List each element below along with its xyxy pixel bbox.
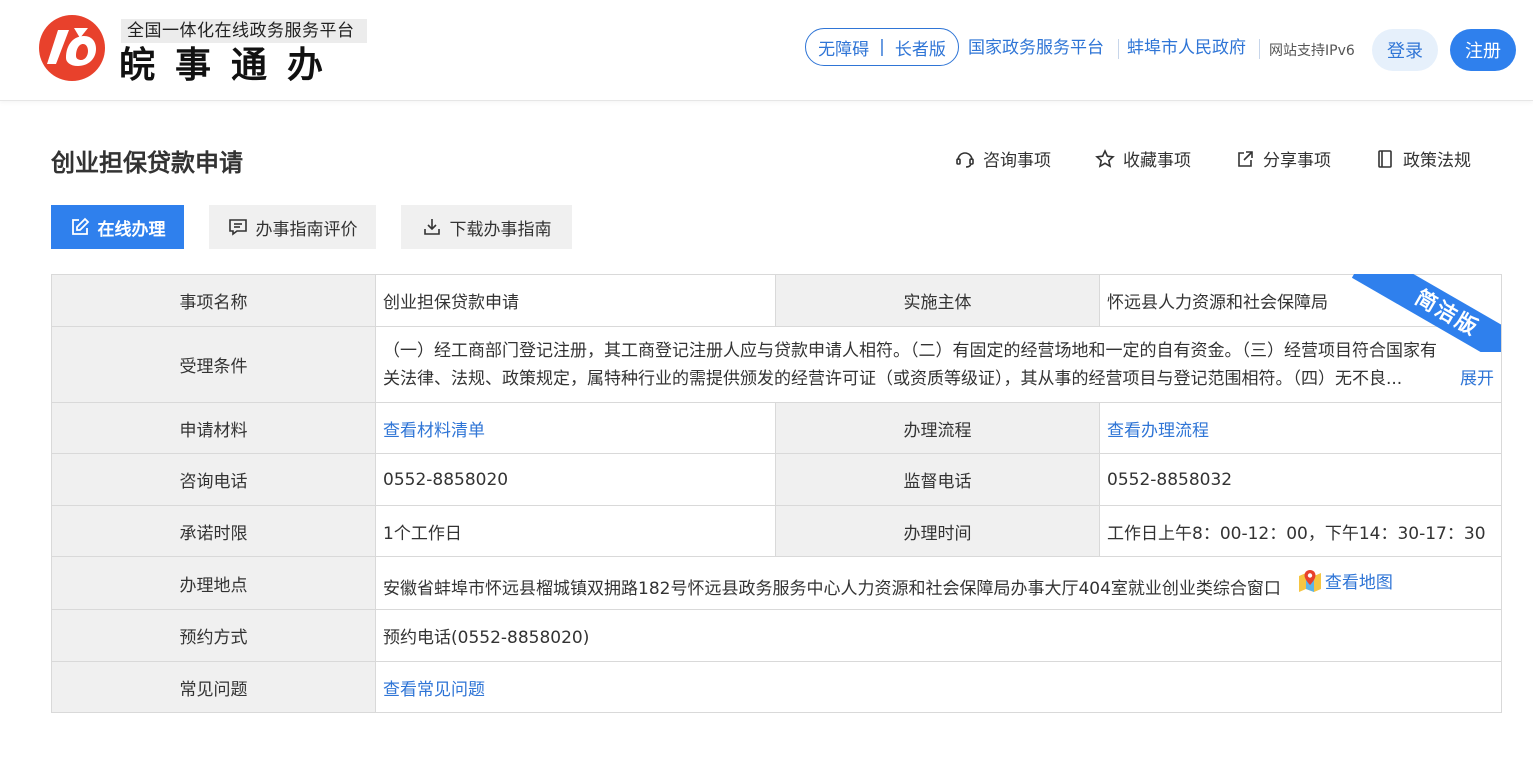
faq-link[interactable]: 查看常见问题 — [383, 680, 485, 700]
login-button[interactable]: 登录 — [1372, 29, 1438, 71]
item-name-value: 创业担保贷款申请 — [375, 274, 776, 327]
share-icon — [1238, 150, 1253, 167]
time-limit-value: 1个工作日 — [375, 505, 776, 557]
subject-value: 怀远县人力资源和社会保障局 — [1107, 293, 1328, 313]
guide-evaluate-button[interactable]: 办事指南评价 — [209, 205, 376, 249]
page-title: 创业担保贷款申请 — [51, 149, 243, 177]
download-guide-label: 下载办事指南 — [449, 219, 552, 240]
condition-value: （一）经工商部门登记注册，其工商登记注册人应与贷款申请人相符。（二）有固定的经营… — [383, 340, 1437, 389]
share-action[interactable]: 分享事项 — [1235, 146, 1331, 171]
consult-phone-value: 0552-8858020 — [375, 453, 776, 506]
guide-evaluate-label: 办事指南评价 — [255, 219, 358, 240]
item-info-table: 事项名称 创业担保贷款申请 实施主体 怀远县人力资源和社会保障局 受理条件 （一… — [51, 274, 1502, 713]
download-guide-button[interactable]: 下载办事指南 — [401, 205, 572, 249]
logo-subtitle: 全国一体化在线政务服务平台 — [121, 19, 367, 43]
bengbu-gov-link[interactable]: 蚌埠市人民政府 — [1127, 37, 1246, 59]
table-row: 事项名称 创业担保贷款申请 实施主体 怀远县人力资源和社会保障局 — [51, 274, 1502, 327]
subject-cell: 怀远县人力资源和社会保障局 — [1099, 274, 1502, 327]
favorite-action-label: 收藏事项 — [1123, 151, 1191, 171]
table-row: 受理条件 （一）经工商部门登记注册，其工商登记注册人应与贷款申请人相符。（二）有… — [51, 326, 1502, 403]
wanshitong-logo-icon[interactable] — [38, 14, 106, 82]
policy-action-label: 政策法规 — [1403, 151, 1471, 171]
download-icon — [423, 219, 440, 235]
condition-cell: （一）经工商部门登记注册，其工商登记注册人应与贷款申请人相符。（二）有固定的经营… — [375, 326, 1502, 403]
header-divider — [1259, 39, 1260, 59]
register-button[interactable]: 注册 — [1450, 29, 1516, 71]
process-label: 办理流程 — [775, 402, 1100, 454]
star-icon — [1095, 148, 1115, 168]
view-map-link[interactable]: 查看地图 — [1297, 568, 1393, 594]
edit-icon — [71, 217, 89, 235]
location-value: 安徽省蚌埠市怀远县榴城镇双拥路182号怀远县政务服务中心人力资源和社会保障局办事… — [383, 578, 1281, 599]
table-row: 申请材料 查看材料清单 办理流程 查看办理流程 — [51, 402, 1502, 454]
national-platform-link[interactable]: 国家政务服务平台 — [968, 37, 1104, 59]
supervise-phone-label: 监督电话 — [775, 453, 1100, 506]
hours-value: 工作日上午8：00-12：00，下午14：30-17：30 — [1099, 505, 1502, 557]
elder-mode-link[interactable]: 长者版 — [895, 35, 946, 60]
appointment-label: 预约方式 — [51, 609, 376, 662]
table-row: 常见问题 查看常见问题 — [51, 661, 1502, 713]
condition-label: 受理条件 — [51, 326, 376, 403]
view-map-label: 查看地图 — [1324, 573, 1393, 593]
comment-icon — [228, 219, 247, 236]
ipv6-notice: 网站支持IPv6 — [1269, 43, 1355, 59]
policy-action[interactable]: 政策法规 — [1375, 146, 1471, 171]
appointment-value: 预约电话(0552-8858020) — [375, 609, 1502, 662]
process-link[interactable]: 查看办理流程 — [1107, 421, 1209, 441]
online-apply-button[interactable]: 在线办理 — [51, 205, 184, 249]
consult-icon — [956, 151, 974, 168]
item-name-label: 事项名称 — [51, 274, 376, 327]
supervise-phone-value: 0552-8858032 — [1099, 453, 1502, 506]
barrier-free-link[interactable]: 无障碍 — [818, 35, 869, 60]
table-row: 办理地点 安徽省蚌埠市怀远县榴城镇双拥路182号怀远县政务服务中心人力资源和社会… — [51, 556, 1502, 610]
table-row: 承诺时限 1个工作日 办理时间 工作日上午8：00-12：00，下午14：30-… — [51, 505, 1502, 557]
consult-action[interactable]: 咨询事项 — [955, 146, 1051, 171]
time-limit-label: 承诺时限 — [51, 505, 376, 557]
materials-link[interactable]: 查看材料清单 — [383, 421, 485, 441]
hours-label: 办理时间 — [775, 505, 1100, 557]
accessibility-pill: 无障碍 | 长者版 — [805, 28, 959, 66]
pill-separator: | — [879, 37, 885, 57]
favorite-action[interactable]: 收藏事项 — [1095, 146, 1191, 171]
consult-action-label: 咨询事项 — [983, 151, 1051, 171]
map-pin-icon — [1298, 569, 1321, 592]
consult-phone-label: 咨询电话 — [51, 453, 376, 506]
online-apply-label: 在线办理 — [97, 219, 166, 240]
location-label: 办理地点 — [51, 556, 376, 610]
materials-label: 申请材料 — [51, 402, 376, 454]
logo-title[interactable]: 皖事通办 — [119, 46, 343, 86]
header-divider — [1118, 39, 1119, 59]
expand-link[interactable]: 展开 — [1456, 365, 1494, 393]
site-header: 全国一体化在线政务服务平台 皖事通办 无障碍 | 长者版 国家政务服务平台 蚌埠… — [0, 0, 1533, 101]
location-cell: 安徽省蚌埠市怀远县榴城镇双拥路182号怀远县政务服务中心人力资源和社会保障局办事… — [375, 556, 1502, 610]
share-action-label: 分享事项 — [1263, 151, 1331, 171]
subject-label: 实施主体 — [775, 274, 1100, 327]
book-icon — [1378, 149, 1392, 168]
faq-label: 常见问题 — [51, 661, 376, 713]
table-row: 预约方式 预约电话(0552-8858020) — [51, 609, 1502, 662]
table-row: 咨询电话 0552-8858020 监督电话 0552-8858032 — [51, 453, 1502, 506]
